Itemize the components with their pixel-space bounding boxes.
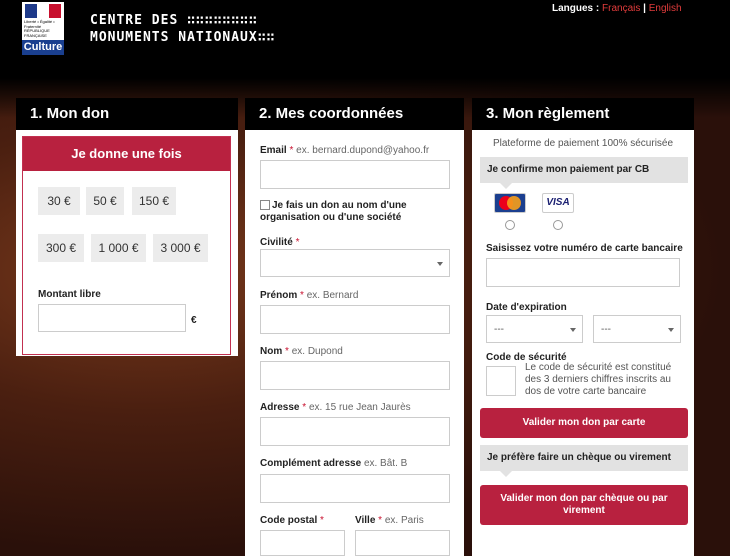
ville-example: ex. Paris [384, 515, 424, 526]
prenom-label: Prénom * ex. Bernard [260, 290, 358, 301]
cvv-help-text: Le code de sécurité est constitué des 3 … [525, 362, 672, 397]
visa-radio[interactable] [553, 220, 563, 230]
required-mark: * [295, 237, 300, 248]
chevron-down-icon [668, 328, 674, 332]
adresse-label: Adresse * ex. 15 rue Jean Jaurès [260, 402, 411, 413]
language-switcher: Langues : Français | English [552, 3, 682, 14]
free-amount-label: Montant libre [38, 289, 101, 300]
nom-field[interactable] [260, 361, 450, 390]
required-mark: * [320, 515, 324, 526]
logo-culture-text: Culture [22, 40, 64, 55]
adresse-example: ex. 15 rue Jean Jaurès [308, 402, 411, 413]
prenom-field[interactable] [260, 305, 450, 334]
code-postal-label: Code postal * [260, 515, 324, 526]
adresse-field[interactable] [260, 417, 450, 446]
free-amount-input[interactable] [38, 304, 186, 332]
prenom-example: ex. Bernard [306, 290, 359, 301]
required-mark: * [289, 145, 294, 156]
logo-republic-text: Liberté • Égalité • Fraternité RÉPUBLIQU… [24, 19, 55, 38]
amount-button[interactable]: 3 000 € [153, 234, 208, 262]
brand-line-2: MONUMENTS NATIONAUX∷∷ [90, 30, 276, 45]
nom-label: Nom * ex. Dupond [260, 346, 343, 357]
complement-field[interactable] [260, 474, 450, 503]
complement-example: ex. Bât. B [363, 458, 408, 469]
chevron-down-icon [570, 328, 576, 332]
ville-field[interactable] [355, 530, 450, 556]
pay-by-cheque-button[interactable]: Valider mon don par chèque ou par vireme… [480, 485, 688, 525]
chevron-down-icon [437, 262, 443, 266]
expiry-year-select[interactable]: --- [593, 315, 681, 343]
panel-mon-don: 1. Mon don Je donne une fois 30 € 50 € 1… [16, 98, 238, 356]
civilite-label-text: Civilité [260, 237, 293, 248]
code-postal-label-text: Code postal [260, 515, 318, 526]
pay-by-card-button[interactable]: Valider mon don par carte [480, 408, 688, 438]
visa-icon[interactable]: VISA [542, 193, 574, 213]
email-field[interactable] [260, 160, 450, 189]
donation-box: Je donne une fois 30 € 50 € 150 € 300 € … [22, 136, 231, 355]
lang-en-link[interactable]: English [649, 3, 682, 14]
amount-button[interactable]: 150 € [132, 187, 176, 215]
required-mark: * [285, 346, 289, 357]
ville-label: Ville * ex. Paris [355, 515, 424, 526]
amount-button[interactable]: 1 000 € [91, 234, 146, 262]
brand-line-1: CENTRE DES ∷∷∷∷∷∷∷∷ [90, 13, 258, 28]
expiry-year-value: --- [601, 324, 611, 335]
lang-fr-link[interactable]: Français [602, 3, 640, 14]
prenom-label-text: Prénom [260, 290, 298, 301]
code-postal-field[interactable] [260, 530, 345, 556]
lang-separator: | [640, 3, 649, 14]
card-number-input[interactable] [486, 258, 680, 287]
cmn-brand[interactable]: CENTRE DES ∷∷∷∷∷∷∷∷ MONUMENTS NATIONAUX∷… [90, 12, 275, 46]
civilite-select[interactable] [260, 249, 450, 277]
mastercard-radio[interactable] [505, 220, 515, 230]
expiry-month-select[interactable]: --- [486, 315, 583, 343]
secure-platform-text: Plateforme de paiement 100% sécurisée [492, 138, 674, 149]
nom-example: ex. Dupond [291, 346, 343, 357]
card-number-label: Saisissez votre numéro de carte bancaire [486, 243, 683, 254]
email-label-text: Email [260, 145, 287, 156]
cvv-input[interactable] [486, 366, 516, 396]
required-mark: * [302, 402, 307, 413]
complement-label: Complément adresse ex. Bât. B [260, 458, 407, 469]
required-mark: * [300, 290, 304, 301]
panel-reglement: 3. Mon règlement Plateforme de paiement … [472, 98, 694, 556]
cb-header: Je confirme mon paiement par CB [480, 157, 688, 189]
email-example: ex. bernard.dupond@yahoo.fr [296, 145, 430, 156]
organisation-label: Je fais un don au nom d'une organisation… [260, 200, 407, 223]
expiry-month-value: --- [494, 324, 504, 335]
amount-button[interactable]: 50 € [86, 187, 124, 215]
civilite-label: Civilité * [260, 237, 299, 248]
mastercard-logo [499, 196, 521, 210]
email-label: Email * ex. bernard.dupond@yahoo.fr [260, 145, 429, 156]
donation-once-tab[interactable]: Je donne une fois [23, 137, 230, 171]
alt-payment-header: Je préfère faire un chèque ou virement [480, 445, 688, 477]
mastercard-icon[interactable] [494, 193, 526, 213]
culture-logo[interactable]: Liberté • Égalité • Fraternité RÉPUBLIQU… [22, 2, 64, 55]
amount-button[interactable]: 300 € [38, 234, 84, 262]
flag-icon [25, 4, 61, 18]
panel-coordonnees: 2. Mes coordonnées Email * ex. bernard.d… [245, 98, 464, 556]
adresse-label-text: Adresse [260, 402, 300, 413]
language-label: Langues : [552, 3, 603, 14]
panel-title: 1. Mon don [16, 98, 238, 130]
visa-text: VISA [546, 197, 570, 208]
currency-symbol: € [191, 315, 197, 326]
required-mark: * [378, 515, 383, 526]
site-header: Liberté • Égalité • Fraternité RÉPUBLIQU… [0, 0, 730, 78]
panel-title: 3. Mon règlement [472, 98, 694, 130]
panel-title: 2. Mes coordonnées [245, 98, 464, 130]
expiry-label: Date d'expiration [486, 302, 567, 313]
complement-label-text: Complément adresse [260, 458, 362, 469]
amount-button[interactable]: 30 € [38, 187, 80, 215]
nom-label-text: Nom [260, 346, 283, 357]
ville-label-text: Ville [355, 515, 376, 526]
